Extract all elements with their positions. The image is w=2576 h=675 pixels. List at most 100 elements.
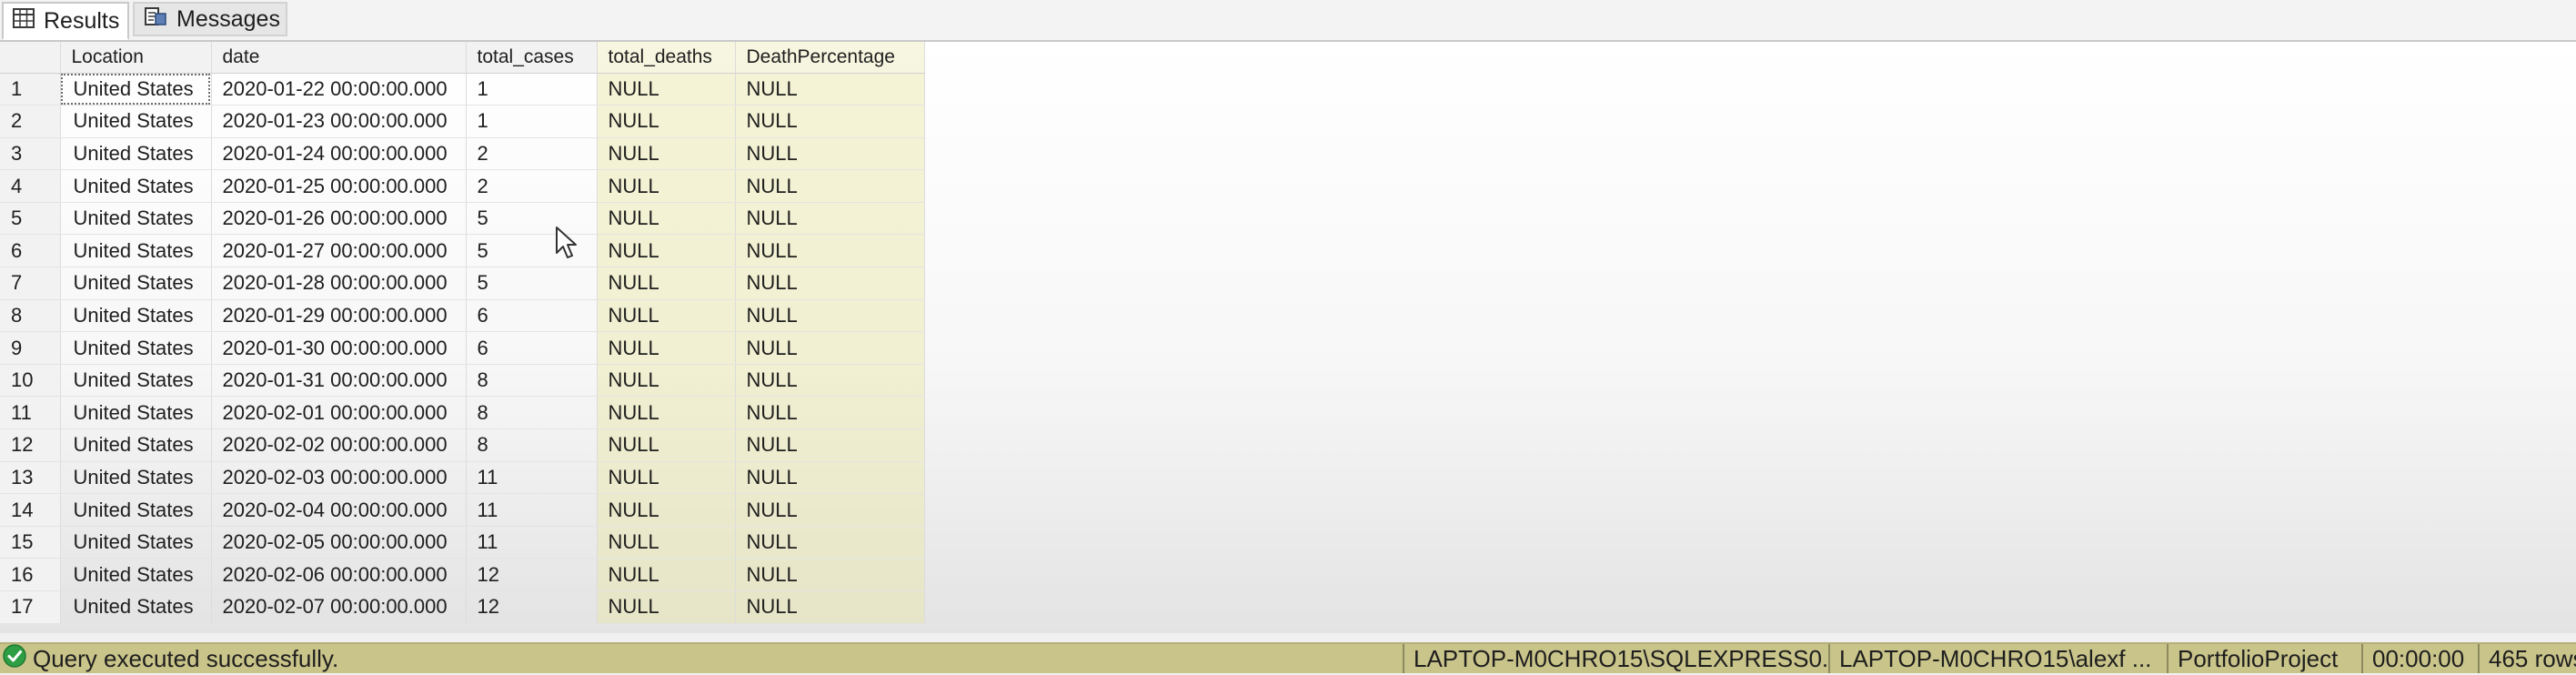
location-cell[interactable]: United States bbox=[60, 396, 212, 430]
total-deaths-cell[interactable]: NULL bbox=[597, 526, 736, 559]
table-row[interactable]: 9 United States 2020-01-30 00:00:00.000 6 NU… bbox=[0, 331, 925, 365]
total-deaths-cell[interactable]: NULL bbox=[597, 267, 736, 300]
row-number-cell[interactable]: 12 bbox=[0, 428, 61, 462]
total-deaths-cell[interactable]: NULL bbox=[597, 558, 736, 591]
location-cell[interactable]: United States bbox=[60, 202, 212, 236]
date-cell[interactable]: 2020-01-23 00:00:00.000 bbox=[211, 105, 467, 138]
total-deaths-cell[interactable]: NULL bbox=[597, 396, 736, 430]
row-number-cell[interactable]: 1 bbox=[0, 73, 61, 106]
table-row[interactable]: 7 United States 2020-01-28 00:00:00.000 5 NU… bbox=[0, 267, 925, 300]
location-cell[interactable]: United States bbox=[60, 428, 212, 462]
location-cell[interactable]: United States bbox=[60, 493, 212, 527]
column-header-date[interactable]: date bbox=[211, 42, 467, 74]
location-cell[interactable]: United States bbox=[60, 526, 212, 559]
total-deaths-cell[interactable]: NULL bbox=[597, 364, 736, 398]
death-percentage-cell[interactable]: NULL bbox=[735, 493, 925, 527]
row-number-cell[interactable]: 14 bbox=[0, 493, 61, 527]
total-cases-cell[interactable]: 6 bbox=[466, 299, 598, 333]
date-cell[interactable]: 2020-02-04 00:00:00.000 bbox=[211, 493, 467, 527]
total-deaths-cell[interactable]: NULL bbox=[597, 493, 736, 527]
tab-messages[interactable]: Messages bbox=[133, 2, 287, 36]
row-number-cell[interactable]: 4 bbox=[0, 169, 61, 203]
table-row[interactable]: 11 United States 2020-02-01 00:00:00.000 8 N… bbox=[0, 396, 925, 430]
date-cell[interactable]: 2020-01-27 00:00:00.000 bbox=[211, 234, 467, 268]
death-percentage-cell[interactable]: NULL bbox=[735, 428, 925, 462]
table-row[interactable]: 14 United States 2020-02-04 00:00:00.000 11… bbox=[0, 493, 925, 527]
death-percentage-cell[interactable]: NULL bbox=[735, 105, 925, 138]
date-cell[interactable]: 2020-01-30 00:00:00.000 bbox=[211, 331, 467, 365]
date-cell[interactable]: 2020-01-31 00:00:00.000 bbox=[211, 364, 467, 398]
total-cases-cell[interactable]: 11 bbox=[466, 493, 598, 527]
location-cell[interactable]: United States bbox=[60, 590, 212, 624]
row-number-cell[interactable]: 16 bbox=[0, 558, 61, 591]
row-number-cell[interactable]: 5 bbox=[0, 202, 61, 236]
death-percentage-cell[interactable]: NULL bbox=[735, 331, 925, 365]
location-cell[interactable]: United States bbox=[60, 299, 212, 333]
total-cases-cell[interactable]: 1 bbox=[466, 73, 598, 106]
date-cell[interactable]: 2020-01-25 00:00:00.000 bbox=[211, 169, 467, 203]
table-row[interactable]: 6 United States 2020-01-27 00:00:00.000 5 NU… bbox=[0, 234, 925, 268]
total-cases-cell[interactable]: 11 bbox=[466, 526, 598, 559]
total-deaths-cell[interactable]: NULL bbox=[597, 137, 736, 171]
location-cell[interactable]: United States bbox=[60, 234, 212, 268]
location-cell[interactable]: United States bbox=[60, 461, 212, 495]
date-cell[interactable]: 2020-01-26 00:00:00.000 bbox=[211, 202, 467, 236]
table-row[interactable]: 12 United States 2020-02-02 00:00:00.000 8 N… bbox=[0, 428, 925, 462]
location-cell[interactable]: United States bbox=[60, 137, 212, 171]
row-number-cell[interactable]: 13 bbox=[0, 461, 61, 495]
total-deaths-cell[interactable]: NULL bbox=[597, 73, 736, 106]
row-number-cell[interactable]: 3 bbox=[0, 137, 61, 171]
total-cases-cell[interactable]: 8 bbox=[466, 428, 598, 462]
death-percentage-cell[interactable]: NULL bbox=[735, 558, 925, 591]
date-cell[interactable]: 2020-02-01 00:00:00.000 bbox=[211, 396, 467, 430]
date-cell[interactable]: 2020-02-02 00:00:00.000 bbox=[211, 428, 467, 462]
location-cell[interactable]: United States bbox=[60, 73, 212, 106]
location-cell[interactable]: United States bbox=[60, 105, 212, 138]
location-cell[interactable]: United States bbox=[60, 267, 212, 300]
row-number-cell[interactable]: 2 bbox=[0, 105, 61, 138]
table-row[interactable]: 4 United States 2020-01-25 00:00:00.000 2 NU… bbox=[0, 169, 925, 203]
total-deaths-cell[interactable]: NULL bbox=[597, 202, 736, 236]
table-row[interactable]: 8 United States 2020-01-29 00:00:00.000 6 NU… bbox=[0, 299, 925, 333]
table-row[interactable]: 1 United States 2020-01-22 00:00:00.000 1 NU… bbox=[0, 73, 925, 106]
table-row[interactable]: 10 United States 2020-01-31 00:00:00.000 8 N… bbox=[0, 364, 925, 398]
row-number-cell[interactable]: 10 bbox=[0, 364, 61, 398]
row-number-header[interactable] bbox=[0, 42, 61, 74]
row-number-cell[interactable]: 17 bbox=[0, 590, 61, 624]
death-percentage-cell[interactable]: NULL bbox=[735, 169, 925, 203]
row-number-cell[interactable]: 11 bbox=[0, 396, 61, 430]
table-row[interactable]: 13 United States 2020-02-03 00:00:00.000 11… bbox=[0, 461, 925, 495]
date-cell[interactable]: 2020-02-03 00:00:00.000 bbox=[211, 461, 467, 495]
total-deaths-cell[interactable]: NULL bbox=[597, 590, 736, 624]
total-deaths-cell[interactable]: NULL bbox=[597, 105, 736, 138]
death-percentage-cell[interactable]: NULL bbox=[735, 234, 925, 268]
total-cases-cell[interactable]: 12 bbox=[466, 558, 598, 591]
total-cases-cell[interactable]: 12 bbox=[466, 590, 598, 624]
column-header-death-percentage[interactable]: DeathPercentage bbox=[735, 42, 925, 74]
date-cell[interactable]: 2020-01-29 00:00:00.000 bbox=[211, 299, 467, 333]
table-row[interactable]: 17 United States 2020-02-07 00:00:00.000 12… bbox=[0, 590, 925, 624]
total-cases-cell[interactable]: 5 bbox=[466, 267, 598, 300]
total-deaths-cell[interactable]: NULL bbox=[597, 461, 736, 495]
death-percentage-cell[interactable]: NULL bbox=[735, 73, 925, 106]
death-percentage-cell[interactable]: NULL bbox=[735, 202, 925, 236]
death-percentage-cell[interactable]: NULL bbox=[735, 267, 925, 300]
death-percentage-cell[interactable]: NULL bbox=[735, 299, 925, 333]
total-cases-cell[interactable]: 2 bbox=[466, 169, 598, 203]
column-header-total-cases[interactable]: total_cases bbox=[466, 42, 598, 74]
row-number-cell[interactable]: 15 bbox=[0, 526, 61, 559]
row-number-cell[interactable]: 9 bbox=[0, 331, 61, 365]
death-percentage-cell[interactable]: NULL bbox=[735, 364, 925, 398]
total-cases-cell[interactable]: 11 bbox=[466, 461, 598, 495]
row-number-cell[interactable]: 6 bbox=[0, 234, 61, 268]
total-deaths-cell[interactable]: NULL bbox=[597, 299, 736, 333]
tab-results[interactable]: Results bbox=[2, 2, 129, 40]
death-percentage-cell[interactable]: NULL bbox=[735, 137, 925, 171]
total-deaths-cell[interactable]: NULL bbox=[597, 234, 736, 268]
death-percentage-cell[interactable]: NULL bbox=[735, 396, 925, 430]
date-cell[interactable]: 2020-02-05 00:00:00.000 bbox=[211, 526, 467, 559]
table-row[interactable]: 5 United States 2020-01-26 00:00:00.000 5 NU… bbox=[0, 202, 925, 236]
total-deaths-cell[interactable]: NULL bbox=[597, 428, 736, 462]
total-cases-cell[interactable]: 8 bbox=[466, 364, 598, 398]
date-cell[interactable]: 2020-02-07 00:00:00.000 bbox=[211, 590, 467, 624]
